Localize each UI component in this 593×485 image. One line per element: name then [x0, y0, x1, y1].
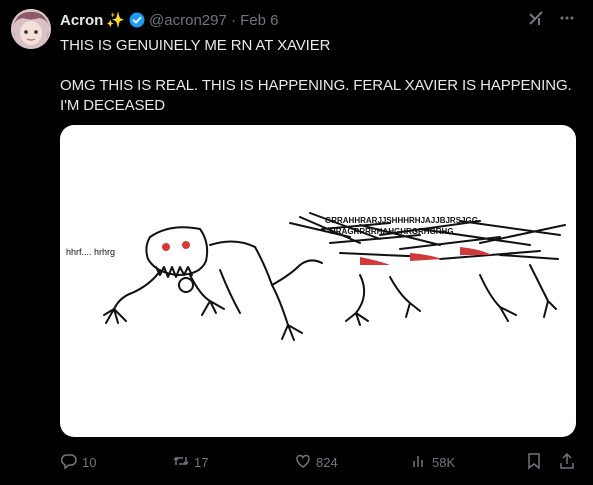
tweet-top-controls [527, 9, 575, 32]
feral-sketch-drawing: hhrf.... hrhrg GRRAHHRARJJSHHHRHJAJJBJRS… [66, 212, 566, 341]
author-name[interactable]: Acron [60, 12, 103, 29]
tweet-media-image[interactable]: hhrf.... hrhrg GRRAHHRARJJSHHHRHJAJJBJRS… [60, 125, 576, 437]
repost-icon [172, 452, 190, 473]
author-handle-and-date[interactable]: @acron297 · Feb 6 [149, 12, 278, 29]
like-count: 824 [316, 454, 338, 470]
like-button[interactable]: 824 [294, 451, 338, 473]
reply-button[interactable]: 10 [60, 451, 96, 473]
grok-icon[interactable] [527, 9, 545, 32]
avatar[interactable] [11, 9, 51, 49]
right-caption-line2: HRAGRRRRHAHGHRGRHGRHG [330, 227, 454, 236]
reply-count: 10 [82, 454, 97, 470]
views-icon [410, 452, 428, 473]
heart-icon [294, 452, 312, 473]
left-caption: hhrf.... hrhrg [66, 247, 115, 257]
avatar-image [11, 9, 51, 49]
bookmark-button[interactable] [525, 451, 543, 473]
repost-count: 17 [194, 454, 209, 470]
reply-icon [60, 452, 78, 473]
sparkle-emoji: ✨ [106, 12, 126, 29]
views-count: 58K [432, 454, 456, 470]
repost-button[interactable]: 17 [172, 451, 208, 473]
tweet-text: THIS IS GENUINELY ME RN AT XAVIER OMG TH… [60, 37, 572, 114]
views-button[interactable]: 58K [410, 451, 455, 473]
tweet-header: Acron ✨ @acron297 · Feb 6 [60, 11, 279, 30]
right-caption-line1: GRRAHHRARJJSHHHRHJAJJBJRSJGG [325, 216, 478, 225]
share-icon [558, 452, 576, 473]
tweet-actions-bar: 10 17 824 58K [60, 451, 580, 473]
bookmark-icon [525, 452, 543, 473]
verified-badge-icon [129, 12, 145, 28]
more-icon[interactable] [559, 10, 575, 31]
share-button[interactable] [558, 451, 576, 473]
